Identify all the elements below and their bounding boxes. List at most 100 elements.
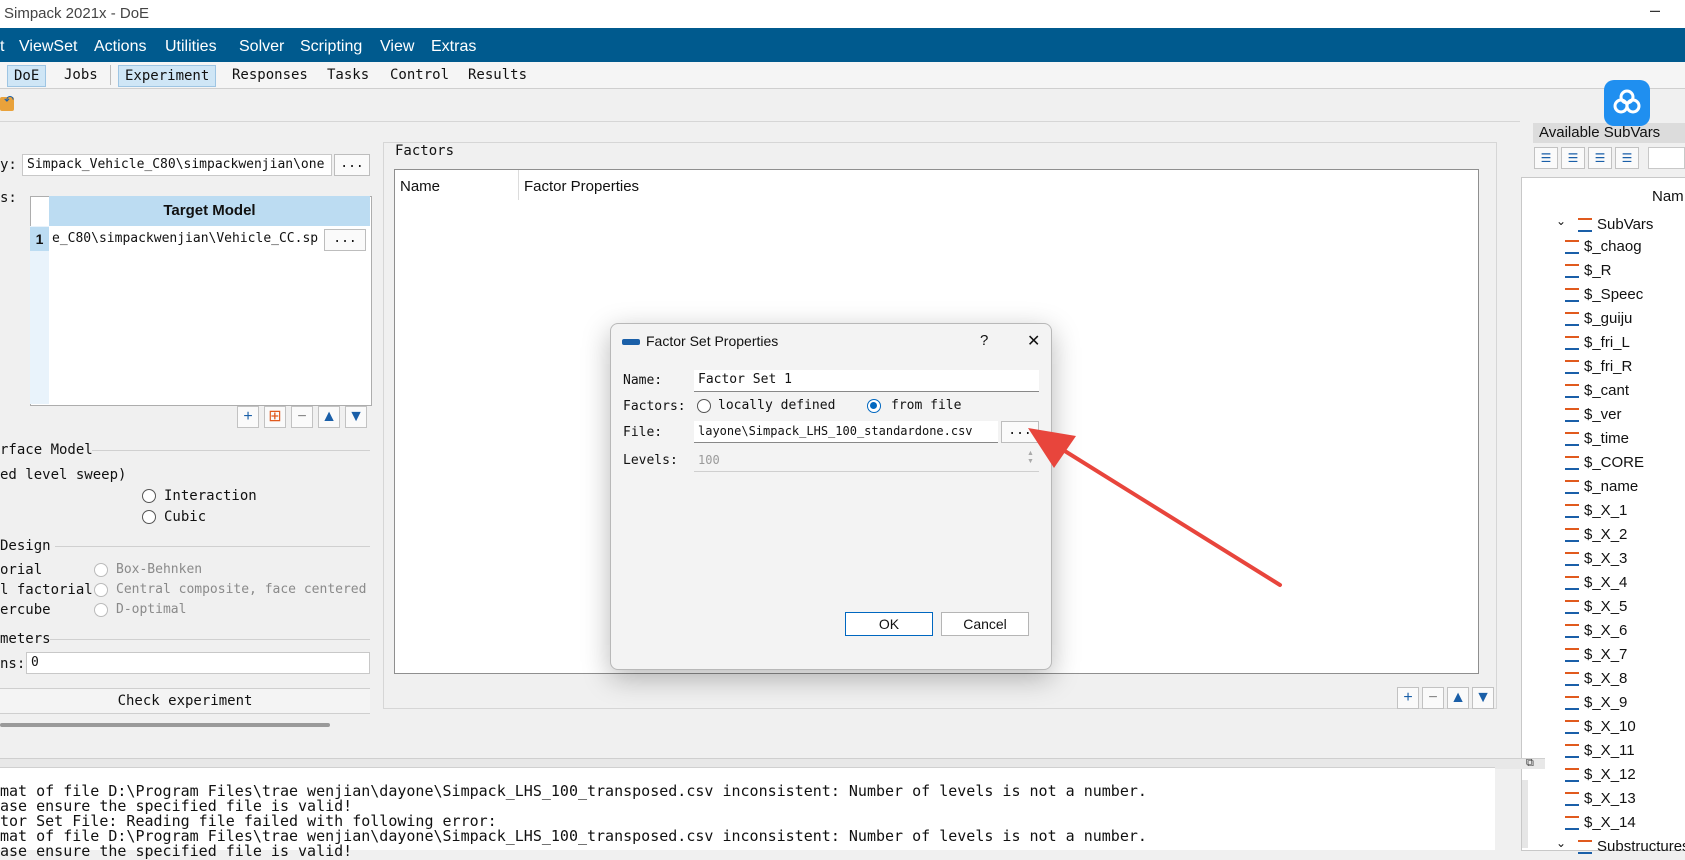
tab-experiment[interactable]: Experiment — [118, 65, 217, 87]
subvar-item[interactable]: $_X_1 — [1565, 502, 1627, 519]
cloud-sync-button[interactable] — [1604, 80, 1650, 126]
factors-col-name[interactable]: Name — [400, 178, 440, 195]
subvar-item[interactable]: $_X_4 — [1565, 574, 1627, 591]
design-option-factorial[interactable]: orial — [0, 562, 42, 578]
subvar-item[interactable]: $_X_10 — [1565, 718, 1636, 735]
tab-results[interactable]: Results — [462, 65, 533, 85]
column-divider — [518, 170, 519, 200]
close-icon[interactable]: ✕ — [1027, 331, 1040, 351]
check-experiment-button[interactable]: Check experiment — [0, 688, 370, 714]
menu-utilities[interactable]: Utilities — [165, 38, 217, 56]
design-option-full-factorial[interactable]: l factorial — [0, 582, 93, 598]
cancel-button[interactable]: Cancel — [941, 612, 1029, 636]
target-model-browse-button[interactable]: ... — [324, 229, 366, 251]
tree-root-substructures[interactable]: Substructures — [1578, 838, 1685, 855]
subvar-item[interactable]: $_chaog — [1565, 238, 1642, 255]
from-file-radio[interactable] — [867, 399, 881, 413]
file-path-field[interactable]: layone\Simpack_LHS_100_standardone.csv — [694, 421, 998, 443]
remove-model-button[interactable]: − — [291, 406, 313, 428]
tab-jobs[interactable]: Jobs — [58, 65, 104, 85]
menu-view[interactable]: View — [380, 38, 414, 56]
help-icon[interactable]: ? — [980, 332, 988, 349]
chevron-down-icon[interactable]: ⌄ — [1556, 836, 1566, 850]
box-behnken-radio[interactable] — [94, 563, 108, 577]
move-down-button[interactable]: ▼ — [345, 406, 367, 428]
d-optimal-radio[interactable] — [94, 603, 108, 617]
subvar-item[interactable]: $_X_6 — [1565, 622, 1627, 639]
runs-field[interactable]: 0 — [26, 652, 370, 674]
cubic-radio[interactable] — [142, 510, 156, 524]
tab-doe[interactable]: DoE — [7, 65, 47, 87]
log-line: ase ensure the specified file is valid! — [0, 842, 353, 860]
restore-window-icon[interactable]: ⧉ — [1526, 757, 1534, 770]
directory-field[interactable]: Simpack_Vehicle_C80\simpackwenjian\one — [22, 154, 332, 176]
subvar-item[interactable]: $_guiju — [1565, 310, 1632, 327]
menu-solver[interactable]: Solver — [239, 38, 284, 56]
add-copy-button[interactable]: ⊞ — [264, 406, 286, 428]
menu-edit[interactable]: t — [0, 38, 4, 56]
locally-defined-radio[interactable] — [697, 399, 711, 413]
expand-all-icon[interactable]: ☰ — [1534, 147, 1558, 169]
levels-spinbox[interactable]: 100 — [694, 450, 1039, 472]
horizontal-scrollbar[interactable] — [0, 723, 330, 727]
subvar-item[interactable]: $_Speec — [1565, 286, 1643, 303]
subvar-item[interactable]: $_ver — [1565, 406, 1622, 423]
subvars-search-input[interactable] — [1648, 147, 1685, 169]
subvar-item[interactable]: $_X_3 — [1565, 550, 1627, 567]
collapse-all-icon[interactable]: ☰ — [1561, 147, 1585, 169]
central-composite-radio[interactable] — [94, 583, 108, 597]
subvar-item[interactable]: $_X_2 — [1565, 526, 1627, 543]
tab-control[interactable]: Control — [384, 65, 455, 85]
factor-down-button[interactable]: ▼ — [1472, 687, 1494, 709]
tree-root-subvars[interactable]: SubVars — [1578, 216, 1653, 233]
menu-extras[interactable]: Extras — [431, 38, 476, 56]
filter-icon[interactable]: ☰ — [1588, 147, 1612, 169]
subvar-item[interactable]: $_X_7 — [1565, 646, 1627, 663]
target-model-header: Target Model — [49, 196, 370, 226]
subvar-item[interactable]: $_cant — [1565, 382, 1629, 399]
subvar-item[interactable]: $_CORE — [1565, 454, 1644, 471]
ok-button[interactable]: OK — [845, 612, 933, 636]
subvar-item[interactable]: $_fri_L — [1565, 334, 1630, 351]
subvar-label: $_chaog — [1584, 238, 1642, 255]
menu-scripting[interactable]: Scripting — [300, 38, 362, 56]
design-option-hypercube[interactable]: ercube — [0, 602, 51, 618]
tab-responses[interactable]: Responses — [226, 65, 314, 85]
subvar-item[interactable]: $_fri_R — [1565, 358, 1632, 375]
subvar-label: $_X_5 — [1584, 598, 1628, 615]
subvar-item[interactable]: $_X_5 — [1565, 598, 1627, 615]
subvar-item[interactable]: $_X_8 — [1565, 670, 1627, 687]
subvar-item[interactable]: $_X_9 — [1565, 694, 1627, 711]
tree-root-label: SubVars — [1597, 216, 1654, 233]
add-factor-button[interactable]: + — [1397, 687, 1419, 709]
remove-factor-button[interactable]: − — [1422, 687, 1444, 709]
log-scrollbar[interactable] — [1522, 780, 1528, 848]
target-model-path[interactable]: e_C80\simpackwenjian\Vehicle_CC.sp — [52, 231, 322, 246]
menu-viewset[interactable]: ViewSet — [19, 38, 77, 56]
chevron-down-icon[interactable]: ⌄ — [1556, 214, 1566, 228]
surface-model-title: rface Model — [0, 442, 93, 458]
interaction-radio[interactable] — [142, 489, 156, 503]
move-up-button[interactable]: ▲ — [318, 406, 340, 428]
add-model-button[interactable]: + — [237, 406, 259, 428]
subvar-icon — [1565, 552, 1579, 567]
subvar-item[interactable]: $_name — [1565, 478, 1638, 495]
name-field[interactable]: Factor Set 1 — [694, 370, 1039, 392]
subvar-item[interactable]: $_R — [1565, 262, 1612, 279]
subvar-icon — [1578, 218, 1592, 233]
subvar-item[interactable]: $_X_11 — [1565, 742, 1635, 759]
menu-actions[interactable]: Actions — [94, 38, 146, 56]
subvar-item[interactable]: $_X_12 — [1565, 766, 1636, 783]
factor-up-button[interactable]: ▲ — [1447, 687, 1469, 709]
subvar-item[interactable]: $_time — [1565, 430, 1629, 447]
subvar-item[interactable]: $_X_14 — [1565, 814, 1636, 831]
name-label: Name: — [623, 373, 663, 388]
d-optimal-label: D-optimal — [116, 602, 187, 617]
subvar-item[interactable]: $_X_13 — [1565, 790, 1636, 807]
minimize-button[interactable]: – — [1650, 0, 1660, 21]
directory-browse-button[interactable]: ... — [334, 154, 370, 176]
sort-icon[interactable]: ☰ — [1615, 147, 1639, 169]
tab-tasks[interactable]: Tasks — [321, 65, 375, 85]
factors-col-properties[interactable]: Factor Properties — [524, 178, 639, 195]
dialog-title: Factor Set Properties — [646, 333, 779, 349]
